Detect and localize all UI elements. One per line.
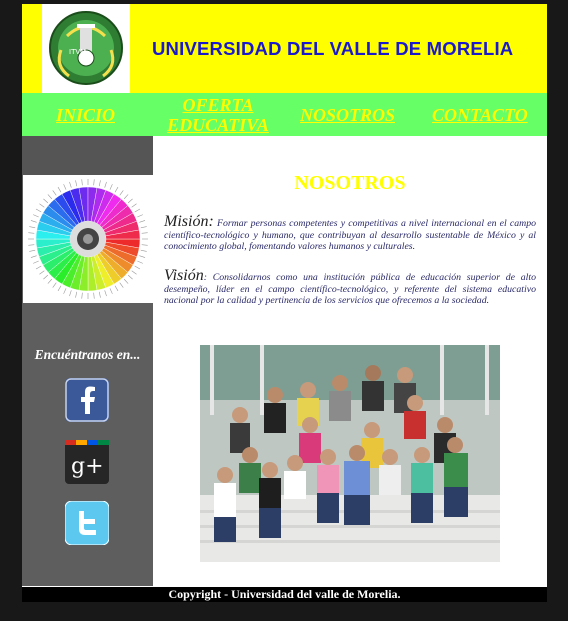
main-nav: INICIO OFERTA EDUCATIVA NOSOTROS CONTACT… — [22, 93, 547, 136]
footer-copyright: Copyright - Universidad del valle de Mor… — [22, 587, 547, 602]
color-wheel-image — [23, 175, 153, 303]
google-plus-icon[interactable]: g+ — [65, 440, 109, 484]
facebook-icon[interactable] — [65, 378, 109, 422]
nav-item-inicio[interactable]: INICIO — [56, 105, 115, 125]
twitter-icon[interactable] — [64, 500, 110, 546]
page-title: NOSOTROS — [294, 172, 406, 194]
mision-paragraph: Misión: Formar personas competentes y co… — [164, 213, 536, 253]
nav-item-oferta-educativa[interactable]: OFERTA EDUCATIVA — [162, 95, 274, 135]
svg-text:g+: g+ — [71, 454, 104, 479]
mision-label: Misión: — [164, 213, 214, 230]
mision-text: Formar personas competentes y competitiv… — [164, 218, 536, 252]
university-logo[interactable]: ITVM — [42, 4, 130, 93]
vision-text: : Consolidarnos como una institución púb… — [164, 272, 536, 306]
svg-text:ITVM: ITVM — [69, 48, 86, 56]
group-photo — [200, 345, 500, 562]
nav-item-nosotros[interactable]: NOSOTROS — [300, 105, 395, 125]
page-container: ITVM UNIVERSIDAD DEL VALLE DE MORELIA IN… — [22, 4, 547, 602]
vision-paragraph: Visión: Consolidarnos como una instituci… — [164, 267, 536, 307]
sidebar: Encuéntranos en... g+ — [22, 136, 153, 586]
header: ITVM UNIVERSIDAD DEL VALLE DE MORELIA — [22, 4, 547, 93]
site-title: UNIVERSIDAD DEL VALLE DE MORELIA — [152, 38, 514, 59]
nav-item-contacto[interactable]: CONTACTO — [432, 105, 528, 125]
vision-label: Visión — [164, 267, 204, 284]
find-us-label: Encuéntranos en... — [34, 347, 141, 362]
